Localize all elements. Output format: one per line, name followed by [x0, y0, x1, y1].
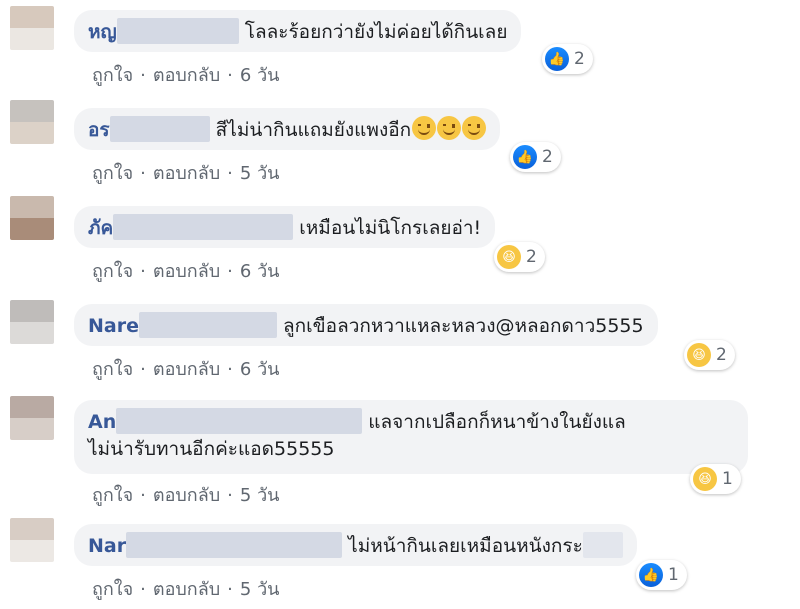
like-link[interactable]: ถูกใจ: [92, 163, 133, 184]
avatar[interactable]: [10, 518, 54, 562]
comment-text: ไม่หน้ากินเลยเหมือนหนังกระ: [342, 535, 583, 557]
comment-bubble: หญ โลละร้อยกว่ายังไม่ค่อยได้กินเลย: [74, 10, 522, 52]
haha-icon: 😆: [497, 245, 521, 269]
avatar[interactable]: [10, 396, 54, 440]
reply-link[interactable]: ตอบกลับ: [153, 579, 220, 600]
redacted-name: [138, 312, 277, 338]
redacted-name: [116, 18, 239, 44]
comment-actions: ถูกใจ · ตอบกลับ · 6 วัน: [92, 65, 280, 86]
timestamp[interactable]: 6 วัน: [240, 359, 280, 380]
like-icon: 👍: [639, 563, 663, 587]
comment-actions: ถูกใจ · ตอบกลับ · 6 วัน: [92, 261, 280, 282]
comment-actions: ถูกใจ · ตอบกลับ · 5 วัน: [92, 485, 280, 506]
like-link[interactable]: ถูกใจ: [92, 65, 133, 86]
like-link[interactable]: ถูกใจ: [92, 485, 133, 506]
reaction-summary[interactable]: 👍 1: [636, 560, 687, 590]
avatar[interactable]: [10, 196, 54, 240]
avatar[interactable]: [10, 6, 54, 50]
commenter-name[interactable]: หญ: [88, 21, 117, 43]
redacted-text: [582, 532, 623, 558]
smile-emoji-icon: [462, 116, 487, 140]
avatar[interactable]: [10, 300, 54, 344]
commenter-name[interactable]: อร: [88, 119, 110, 141]
haha-icon: 😆: [693, 467, 717, 491]
reaction-summary[interactable]: 😆 2: [684, 340, 735, 370]
reaction-summary[interactable]: 👍 2: [542, 44, 593, 74]
haha-icon: 😆: [687, 343, 711, 367]
timestamp[interactable]: 5 วัน: [240, 163, 280, 184]
comment-actions: ถูกใจ · ตอบกลับ · 5 วัน: [92, 163, 280, 184]
reaction-count: 2: [526, 247, 537, 267]
comment-text: ลูกเขือลวกหวาแหละหลวง@หลอกดาว5555: [276, 315, 644, 337]
timestamp[interactable]: 6 วัน: [240, 65, 280, 86]
comment-text-line2: ไม่น่ารับทานอีกค่ะแอด55555: [88, 438, 335, 460]
reply-link[interactable]: ตอบกลับ: [153, 359, 220, 380]
reply-link[interactable]: ตอบกลับ: [153, 65, 220, 86]
comment-bubble: ภัค เหมือนไม่นิโกรเลยอ่า!: [74, 206, 496, 248]
timestamp[interactable]: 5 วัน: [240, 485, 280, 506]
comment-actions: ถูกใจ · ตอบกลับ · 5 วัน: [92, 579, 280, 600]
commenter-name[interactable]: Nar: [88, 535, 126, 557]
comment-text: สีไม่น่ากินแถมยังแพงอีก: [209, 119, 412, 141]
reaction-count: 2: [716, 345, 727, 365]
reaction-count: 2: [574, 49, 585, 69]
comment-actions: ถูกใจ · ตอบกลับ · 6 วัน: [92, 359, 280, 380]
redacted-name: [116, 408, 363, 434]
like-link[interactable]: ถูกใจ: [92, 261, 133, 282]
commenter-name[interactable]: ภัค: [88, 217, 113, 239]
commenter-name[interactable]: An: [88, 411, 116, 433]
timestamp[interactable]: 6 วัน: [240, 261, 280, 282]
commenter-name[interactable]: Nare: [88, 315, 139, 337]
like-link[interactable]: ถูกใจ: [92, 359, 133, 380]
like-icon: 👍: [513, 145, 537, 169]
reaction-summary[interactable]: 👍 2: [510, 142, 561, 172]
comment-bubble: An แลจากเปลือกก็หนาข้างในยังแลไม่น่ารับท…: [74, 400, 748, 474]
comment-bubble: อร สีไม่น่ากินแถมยังแพงอีก: [74, 108, 501, 150]
reaction-summary[interactable]: 😆 1: [690, 464, 741, 494]
reaction-count: 2: [542, 147, 553, 167]
redacted-name: [113, 214, 294, 240]
comment-text: เหมือนไม่นิโกรเลยอ่า!: [293, 217, 482, 239]
reply-link[interactable]: ตอบกลับ: [153, 163, 220, 184]
reply-link[interactable]: ตอบกลับ: [153, 261, 220, 282]
reaction-count: 1: [668, 565, 679, 585]
reaction-summary[interactable]: 😆 2: [494, 242, 545, 272]
redacted-name: [109, 116, 210, 142]
reply-link[interactable]: ตอบกลับ: [153, 485, 220, 506]
avatar[interactable]: [10, 100, 54, 144]
redacted-name: [126, 532, 343, 558]
comment-text: แลจากเปลือกก็หนาข้างในยังแล: [362, 411, 626, 433]
comment-bubble: Nare ลูกเขือลวกหวาแหละหลวง@หลอกดาว5555: [74, 304, 658, 346]
timestamp[interactable]: 5 วัน: [240, 579, 280, 600]
like-link[interactable]: ถูกใจ: [92, 579, 133, 600]
smile-emoji-icon: [412, 116, 437, 140]
comment-bubble: Nar ไม่หน้ากินเลยเหมือนหนังกระ: [74, 524, 637, 566]
like-icon: 👍: [545, 47, 569, 71]
comment-text: โลละร้อยกว่ายังไม่ค่อยได้กินเลย: [238, 21, 508, 43]
reaction-count: 1: [722, 469, 733, 489]
smile-emoji-icon: [437, 116, 462, 140]
